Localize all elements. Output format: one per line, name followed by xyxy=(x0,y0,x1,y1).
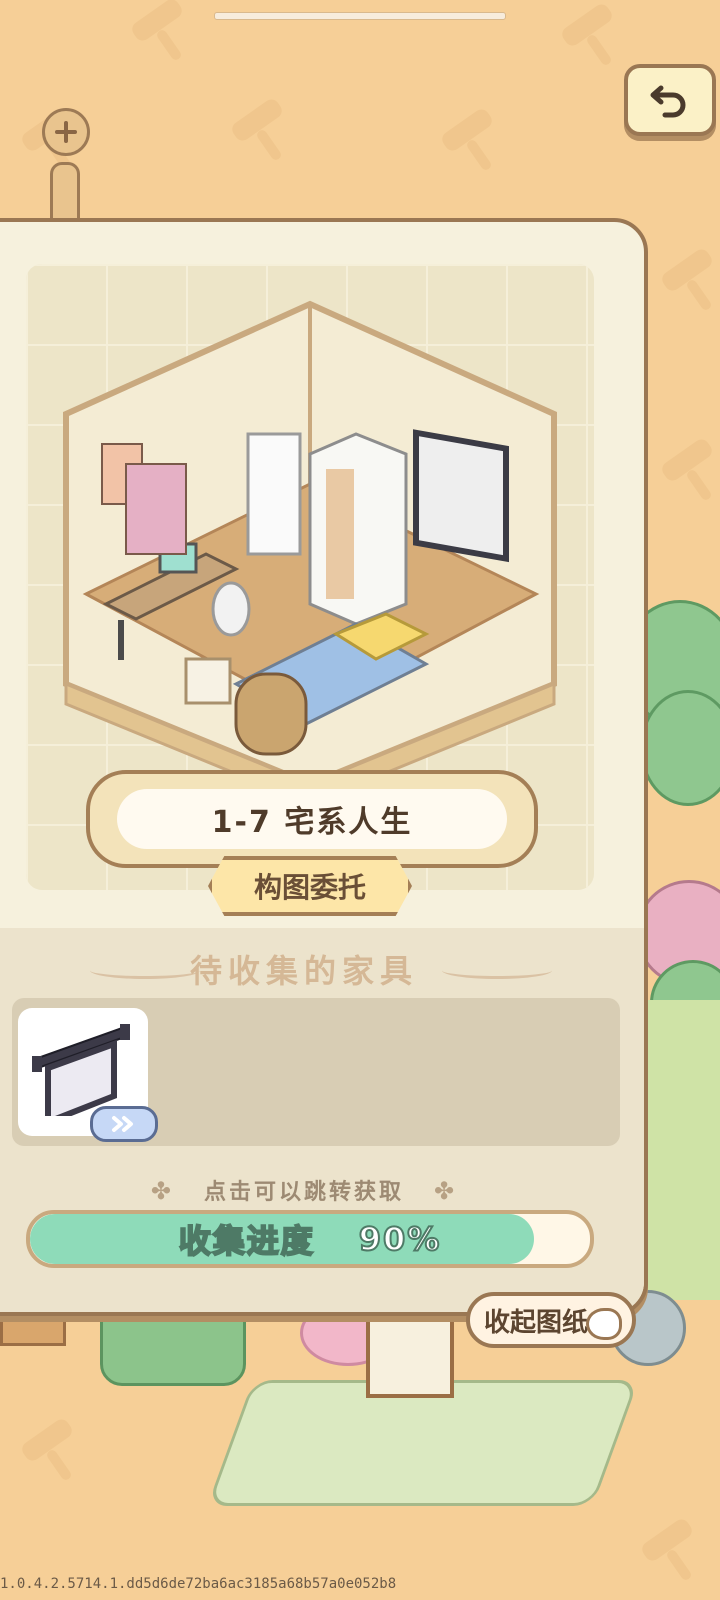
furniture-item-projector-screen[interactable] xyxy=(18,1008,158,1142)
projector-screen-icon xyxy=(32,1024,130,1116)
clover-icon: ✤ xyxy=(434,1177,458,1205)
progress-value: 90% xyxy=(358,1219,442,1259)
level-title-banner: 1-7 宅系人生 xyxy=(86,770,538,868)
hint-row: ✤ 点击可以跳转获取 ✤ xyxy=(0,1174,614,1206)
right-flourish xyxy=(442,962,552,979)
progress-caption: 收集进度 xyxy=(178,1221,315,1261)
goto-badge[interactable] xyxy=(90,1106,158,1142)
level-title: 1-7 宅系人生 xyxy=(117,789,507,849)
collapse-blueprint-button[interactable]: 收起图纸 xyxy=(466,1292,636,1348)
furniture-list xyxy=(12,998,620,1146)
progress-label: 收集进度 90% xyxy=(30,1214,590,1264)
zoom-in-button[interactable] xyxy=(42,108,90,156)
hint-text: 点击可以跳转获取 xyxy=(203,1180,404,1205)
collapse-label: 收起图纸 xyxy=(484,1307,589,1338)
blueprint-panel: 1-7 宅系人生 构图委托 待收集的家具 ✤ 点击可以跳转获取 ✤ 收集进度 9… xyxy=(0,218,648,1316)
double-chevron-right-icon xyxy=(112,1116,133,1132)
commission-tag: 构图委托 xyxy=(208,856,412,916)
collect-section: 待收集的家具 ✤ 点击可以跳转获取 ✤ 收集进度 90% xyxy=(0,928,644,1312)
plus-icon xyxy=(55,121,77,143)
top-drag-handle[interactable] xyxy=(214,12,506,20)
version-string: 1.0.4.2.5714.1.dd5d6de72ba6ac3185a68b57a… xyxy=(0,1576,397,1592)
collection-progress-bar: 收集进度 90% xyxy=(26,1210,594,1268)
undo-arrow-icon xyxy=(650,85,686,118)
clover-icon: ✤ xyxy=(150,1177,174,1205)
back-button[interactable] xyxy=(624,64,716,136)
collapse-tip-icon xyxy=(586,1308,622,1340)
